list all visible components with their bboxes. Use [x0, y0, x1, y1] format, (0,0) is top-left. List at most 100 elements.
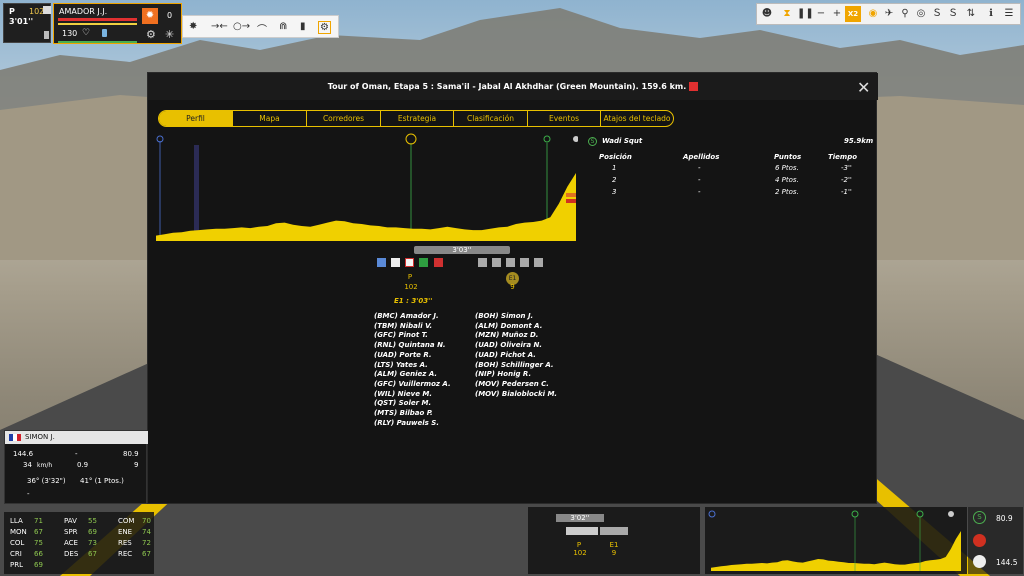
- table-row: 1 - 6 Ptos. -3'': [586, 164, 871, 175]
- stage-profile-chart[interactable]: [154, 133, 578, 243]
- gear-icon[interactable]: ⚙: [146, 28, 156, 41]
- finish-icon[interactable]: [973, 555, 986, 568]
- modal-tabs: Perfil Mapa Corredores Estrategia Clasif…: [158, 110, 674, 127]
- mini-sprint-icon: [851, 510, 859, 518]
- rider-card-name-bar: SIMON J.: [5, 431, 148, 444]
- slower-icon[interactable]: −: [813, 6, 829, 22]
- sprint-icon[interactable]: S: [973, 511, 986, 524]
- stat-value: 70: [142, 517, 151, 525]
- rider-list-item[interactable]: (LTS) Yates A.: [374, 361, 474, 371]
- user-icon[interactable]: ☻: [759, 6, 775, 22]
- jersey-icon[interactable]: [377, 258, 386, 267]
- speed-x2-button[interactable]: X2: [845, 6, 861, 22]
- rider-list-item[interactable]: (GFC) Pinot T.: [374, 331, 474, 341]
- temp-value-2: 41° (1 Ptos.): [80, 477, 124, 485]
- sprint-order-icon[interactable]: ✳: [165, 28, 174, 41]
- bike-icon[interactable]: ⚲: [897, 6, 913, 22]
- elevation-area: [156, 173, 576, 241]
- finish-distance-value: 144.5: [996, 558, 1018, 567]
- stat-label: PRL: [10, 561, 23, 569]
- rider-list-item[interactable]: (UAD) Porte R.: [374, 351, 474, 361]
- rider-list-item[interactable]: (ALM) Domont A.: [475, 322, 575, 332]
- pace-order-icon[interactable]: ○→: [233, 21, 250, 32]
- camera-icon[interactable]: ◎: [913, 6, 929, 22]
- mini-profile-chart[interactable]: [705, 507, 967, 574]
- rider-list-item[interactable]: (BOH) Schillinger A.: [475, 361, 575, 371]
- jersey-icon[interactable]: [520, 258, 529, 267]
- rider-list-item[interactable]: (GFC) Vuillermoz A.: [374, 380, 474, 390]
- climb-icon[interactable]: [973, 534, 986, 547]
- group-gap-bar: 3'03'': [414, 246, 510, 254]
- pause-icon[interactable]: ❚❚: [797, 6, 814, 22]
- stat-label: MON: [10, 528, 27, 536]
- selected-rider-panel[interactable]: AMADOR J.J. 130 ♡ ✹ 0 ⚙ ✳: [53, 3, 182, 44]
- group-order-icon[interactable]: ⋒: [279, 21, 287, 32]
- attack-order-icon[interactable]: ✸: [189, 21, 197, 32]
- settings-order-icon[interactable]: ⚙: [318, 21, 331, 34]
- sprint-camera-icon[interactable]: Ｓ: [929, 6, 945, 22]
- row-time: -1'': [841, 188, 852, 196]
- col-time: Tiempo: [828, 153, 858, 161]
- rider-list-item[interactable]: (MZN) Muñoz D.: [475, 331, 575, 341]
- rider-list-item[interactable]: (MTS) Bilbao P.: [374, 409, 474, 419]
- menu-icon[interactable]: ☰: [1001, 6, 1017, 22]
- route-icon[interactable]: Ｓ: [945, 6, 961, 22]
- sprint-badge-icon: S: [588, 137, 597, 146]
- rider-info-card[interactable]: SIMON J. 144.6 - 80.9 34 km/h 0.9 9 36° …: [4, 430, 148, 504]
- bottle-icon[interactable]: [102, 29, 107, 37]
- group-overview-panel[interactable]: 3'02'' P 102 E1 9: [528, 507, 700, 574]
- helicopter-icon[interactable]: ✈: [881, 6, 897, 22]
- rider-list-item[interactable]: (ALM) Geniez A.: [374, 370, 474, 380]
- rider-list-item[interactable]: (NIP) Honig R.: [475, 370, 575, 380]
- hourglass-icon[interactable]: ⧗: [779, 6, 795, 22]
- rider-list-item[interactable]: (MOV) Bialoblocki M.: [475, 390, 575, 400]
- row-position: 3: [612, 188, 617, 196]
- overview-p-num: 102: [573, 549, 587, 557]
- finish-flag-icon: [573, 136, 578, 142]
- follow-order-icon[interactable]: →←: [211, 21, 228, 32]
- attack-icon[interactable]: ✹: [142, 8, 158, 24]
- jersey-icon[interactable]: [419, 258, 428, 267]
- rider-list-item[interactable]: (WIL) Nieve M.: [374, 390, 474, 400]
- rider-list-item[interactable]: (UAD) Pichot A.: [475, 351, 575, 361]
- faster-icon[interactable]: +: [829, 6, 845, 22]
- tab-clasificacion[interactable]: Clasificación: [454, 111, 528, 126]
- jersey-icon[interactable]: [391, 258, 400, 267]
- stat-value: 66: [34, 550, 43, 558]
- tab-eventos[interactable]: Eventos: [528, 111, 601, 126]
- jersey-icon[interactable]: [434, 258, 443, 267]
- stat-value: 55: [88, 517, 97, 525]
- jersey-icon[interactable]: [478, 258, 487, 267]
- tab-mapa[interactable]: Mapa: [233, 111, 307, 126]
- climb-segment: [566, 199, 576, 203]
- rider-list-item[interactable]: (BOH) Simon J.: [475, 312, 575, 322]
- jersey-icon[interactable]: [506, 258, 515, 267]
- relay-order-icon[interactable]: ⌒: [257, 21, 267, 36]
- jersey-icon[interactable]: [534, 258, 543, 267]
- tab-perfil[interactable]: Perfil: [159, 111, 233, 126]
- rider-list-item[interactable]: (UAD) Oliveira N.: [475, 341, 575, 351]
- close-icon[interactable]: ✕: [857, 78, 870, 97]
- rider-list-item[interactable]: (RNL) Quintana N.: [374, 341, 474, 351]
- bottle-order-icon[interactable]: ▮: [300, 21, 306, 32]
- tab-corredores[interactable]: Corredores: [307, 111, 381, 126]
- stat-value: 67: [88, 550, 97, 558]
- rider-list-item[interactable]: (RLY) Pauwels S.: [374, 419, 474, 429]
- orders-toolbar: ✸ →← ○→ ⌒ ⋒ ▮ ⚙: [182, 15, 339, 38]
- rider-list-item[interactable]: (QST) Soler M.: [374, 399, 474, 409]
- sprint-distance: 95.9km: [844, 137, 874, 145]
- tab-estrategia[interactable]: Estrategia: [381, 111, 454, 126]
- top-left-rider-box[interactable]: P 102 3'01'': [3, 3, 51, 43]
- jersey-icon[interactable]: [492, 258, 501, 267]
- rider-list-item[interactable]: (TBM) Nibali V.: [374, 322, 474, 332]
- info-icon[interactable]: ℹ: [983, 6, 999, 22]
- eye-icon[interactable]: ◉: [865, 6, 881, 22]
- sort-icon[interactable]: ⇅: [963, 6, 979, 22]
- france-flag-icon: [9, 434, 21, 441]
- rider-name: AMADOR J.J.: [59, 7, 108, 16]
- rider-list-item[interactable]: (BMC) Amador J.: [374, 312, 474, 322]
- tab-atajos[interactable]: Atajos del teclado: [601, 111, 673, 126]
- jersey-icon[interactable]: [405, 258, 414, 267]
- rider-list-item[interactable]: (MOV) Pedersen C.: [475, 380, 575, 390]
- row-points: 2 Ptos.: [775, 188, 799, 196]
